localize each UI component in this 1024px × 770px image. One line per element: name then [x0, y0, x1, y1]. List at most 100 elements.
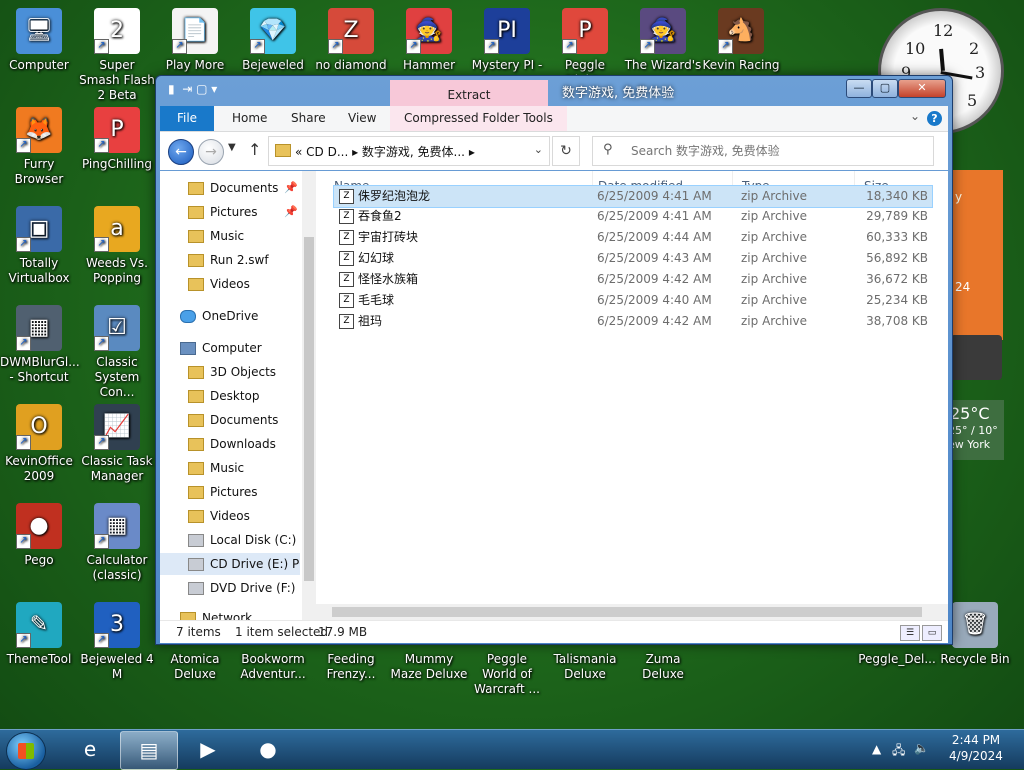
nav-scrollbar[interactable]	[302, 171, 316, 620]
refresh-button[interactable]: ↻	[552, 136, 580, 166]
file-size: 38,708 KB	[866, 314, 928, 328]
network-icon[interactable]: 🖧	[892, 741, 905, 762]
nav-item[interactable]: OneDrive	[160, 305, 300, 327]
help-icon[interactable]: ?	[927, 111, 942, 126]
details-view-button[interactable]: ☰	[900, 625, 920, 641]
desktop-icon[interactable]: 🦊 ↗ Furry Browser	[0, 107, 78, 187]
quick-access-toolbar[interactable]: ▮ ⇥ ▢ ▾	[168, 82, 217, 96]
desktop-icon[interactable]: 3 ↗ Bejeweled 4 M	[78, 602, 156, 682]
file-row[interactable]: Z 幻幻球 6/25/2009 4:43 AM zip Archive 56,892 K…	[334, 248, 932, 269]
zip-file-icon: Z	[339, 314, 354, 329]
nav-item[interactable]: 3D Objects	[160, 361, 300, 383]
nav-scroll-thumb[interactable]	[304, 237, 314, 581]
file-row[interactable]: Z 毛毛球 6/25/2009 4:40 AM zip Archive 25,234 K…	[334, 290, 932, 311]
tab-home[interactable]: Home	[232, 106, 267, 131]
nav-item[interactable]: Downloads	[160, 433, 300, 455]
expand-ribbon-icon[interactable]: ⌄	[910, 109, 920, 123]
clock-hour-hand	[939, 48, 945, 71]
desktop-icon[interactable]: 🧙 ↗ Hammer	[390, 8, 468, 73]
nav-item-label: Computer	[202, 341, 262, 355]
media-player-icon[interactable]: ▶	[180, 731, 236, 768]
file-explorer-taskbar-button[interactable]: ▤	[120, 731, 178, 770]
desktop-icon[interactable]: 🖥 Computer	[0, 8, 78, 73]
desktop-icon[interactable]: O ↗ KevinOffice 2009	[0, 404, 78, 484]
nav-item[interactable]: Videos	[160, 505, 300, 527]
recent-locations-icon[interactable]: ▼	[228, 142, 236, 153]
nav-item[interactable]: Pictures 📌	[160, 201, 300, 223]
desktop-icon[interactable]: 📈 ↗ Classic Task Manager	[78, 404, 156, 484]
address-breadcrumb[interactable]: « CD D... ▸ 数字游戏, 免费体... ▸	[295, 143, 475, 160]
file-date: 6/25/2009 4:42 AM	[597, 272, 712, 286]
internet-explorer-icon[interactable]: e	[62, 731, 118, 768]
tab-compressed-folder-tools[interactable]: Compressed Folder Tools	[390, 106, 567, 131]
desktop-icon[interactable]: P ↗ PingChilling	[78, 107, 156, 172]
calendar-gadget[interactable]: y 24	[950, 170, 1003, 340]
up-arrow-icon[interactable]: ↑	[248, 140, 261, 159]
nav-item[interactable]: CD Drive (E:) PO	[160, 553, 300, 575]
desktop-icon[interactable]: 🧙 ↗ The Wizard's	[624, 8, 702, 73]
drive-icon	[180, 612, 196, 620]
file-row[interactable]: Z 侏罗纪泡泡龙 6/25/2009 4:41 AM zip Archive 18,34…	[333, 185, 933, 208]
close-button[interactable]: ✕	[898, 79, 946, 98]
search-input[interactable]	[629, 141, 923, 161]
nav-item[interactable]: Videos	[160, 273, 300, 295]
show-hidden-icons-icon[interactable]: ▲	[872, 742, 881, 756]
app-icon: Z ↗	[328, 8, 374, 54]
desktop-icon[interactable]: ▣ ↗ Totally Virtualbox	[0, 206, 78, 286]
weather-gadget[interactable]: 25°C 25° / 10° ew York	[948, 400, 1004, 460]
folder-icon	[188, 510, 204, 523]
desktop-icon[interactable]: ▦ ↗ DWMBlurGl... - Shortcut	[0, 305, 80, 385]
title-bar[interactable]: ▮ ⇥ ▢ ▾ Extract 数字游戏, 免费体验 — ▢ ✕	[156, 76, 952, 106]
large-icons-view-button[interactable]: ▭	[922, 625, 942, 641]
horizontal-scroll-thumb[interactable]	[332, 607, 922, 617]
nav-item[interactable]: Documents 📌	[160, 177, 300, 199]
horizontal-scrollbar[interactable]	[316, 604, 948, 620]
tab-file[interactable]: File	[160, 106, 214, 131]
search-box[interactable]: ⚲	[592, 136, 934, 166]
system-tray: ▲ 🖧 🔈 2:44 PM 4/9/2024	[864, 730, 1014, 769]
start-button[interactable]	[6, 732, 46, 770]
desktop-icon[interactable]: 2 ↗ Super Smash Flash 2 Beta	[78, 8, 156, 103]
nav-item[interactable]: Documents	[160, 409, 300, 431]
desktop-icon[interactable]: 💎 ↗ Bejeweled	[234, 8, 312, 73]
back-button[interactable]: ←	[168, 139, 194, 165]
clock-numeral: 2	[969, 39, 980, 58]
recycle-gadget[interactable]	[950, 335, 1002, 380]
file-row[interactable]: Z 怪怪水族箱 6/25/2009 4:42 AM zip Archive 36,672…	[334, 269, 932, 290]
volume-muted-icon[interactable]: 🔈	[914, 741, 929, 755]
app-icon: 🖥	[16, 8, 62, 54]
taskbar: e ▤ ▶ ● ▲ 🖧 🔈 2:44 PM 4/9/2024	[0, 729, 1024, 770]
nav-item[interactable]: Computer	[160, 337, 300, 359]
desktop-icon[interactable]: 🐴 ↗ Kevin Racing	[702, 8, 780, 73]
desktop-icon[interactable]: a ↗ Weeds Vs. Popping	[78, 206, 156, 286]
chevron-down-icon[interactable]: ⌄	[534, 143, 543, 156]
nav-item[interactable]: Music	[160, 225, 300, 247]
nav-item[interactable]: Desktop	[160, 385, 300, 407]
desktop-icon[interactable]: ▦ ↗ Calculator (classic)	[78, 503, 156, 583]
nav-item[interactable]: Run 2.swf	[160, 249, 300, 271]
desktop-icon[interactable]: ✎ ↗ ThemeTool	[0, 602, 78, 667]
file-row[interactable]: Z 宇宙打砖块 6/25/2009 4:44 AM zip Archive 60,333…	[334, 227, 932, 248]
desktop-icon[interactable]: ☑ ↗ Classic System Con...	[78, 305, 156, 400]
clock[interactable]: 2:44 PM 4/9/2024	[946, 732, 1006, 764]
desktop-icon[interactable]: PI ↗ Mystery PI -	[468, 8, 546, 73]
nav-item[interactable]: Pictures	[160, 481, 300, 503]
tab-view[interactable]: View	[348, 106, 376, 131]
file-row[interactable]: Z 祖玛 6/25/2009 4:42 AM zip Archive 38,708 KB	[334, 311, 932, 332]
forward-button[interactable]: →	[198, 139, 224, 165]
desktop-icon[interactable]: ● ↗ Pego	[0, 503, 78, 568]
file-row[interactable]: Z 吞食鱼2 6/25/2009 4:41 AM zip Archive 29,789 …	[334, 206, 932, 227]
nav-item[interactable]: DVD Drive (F:) Pc	[160, 577, 300, 599]
extract-context-tab[interactable]: Extract	[390, 80, 548, 106]
tab-share[interactable]: Share	[291, 106, 326, 131]
app-icon: a ↗	[94, 206, 140, 252]
nav-item[interactable]: Music	[160, 457, 300, 479]
desktop-icon[interactable]: Z ↗ no diamond	[312, 8, 390, 73]
nav-item[interactable]: Network	[160, 607, 300, 620]
nav-item[interactable]: Local Disk (C:)	[160, 529, 300, 551]
firefox-icon[interactable]: ●	[240, 731, 296, 768]
address-bar[interactable]: « CD D... ▸ 数字游戏, 免费体... ▸ ⌄	[268, 136, 550, 166]
maximize-button[interactable]: ▢	[872, 79, 898, 98]
desktop-icon[interactable]: 📄 ↗ Play More	[156, 8, 234, 73]
minimize-button[interactable]: —	[846, 79, 872, 98]
